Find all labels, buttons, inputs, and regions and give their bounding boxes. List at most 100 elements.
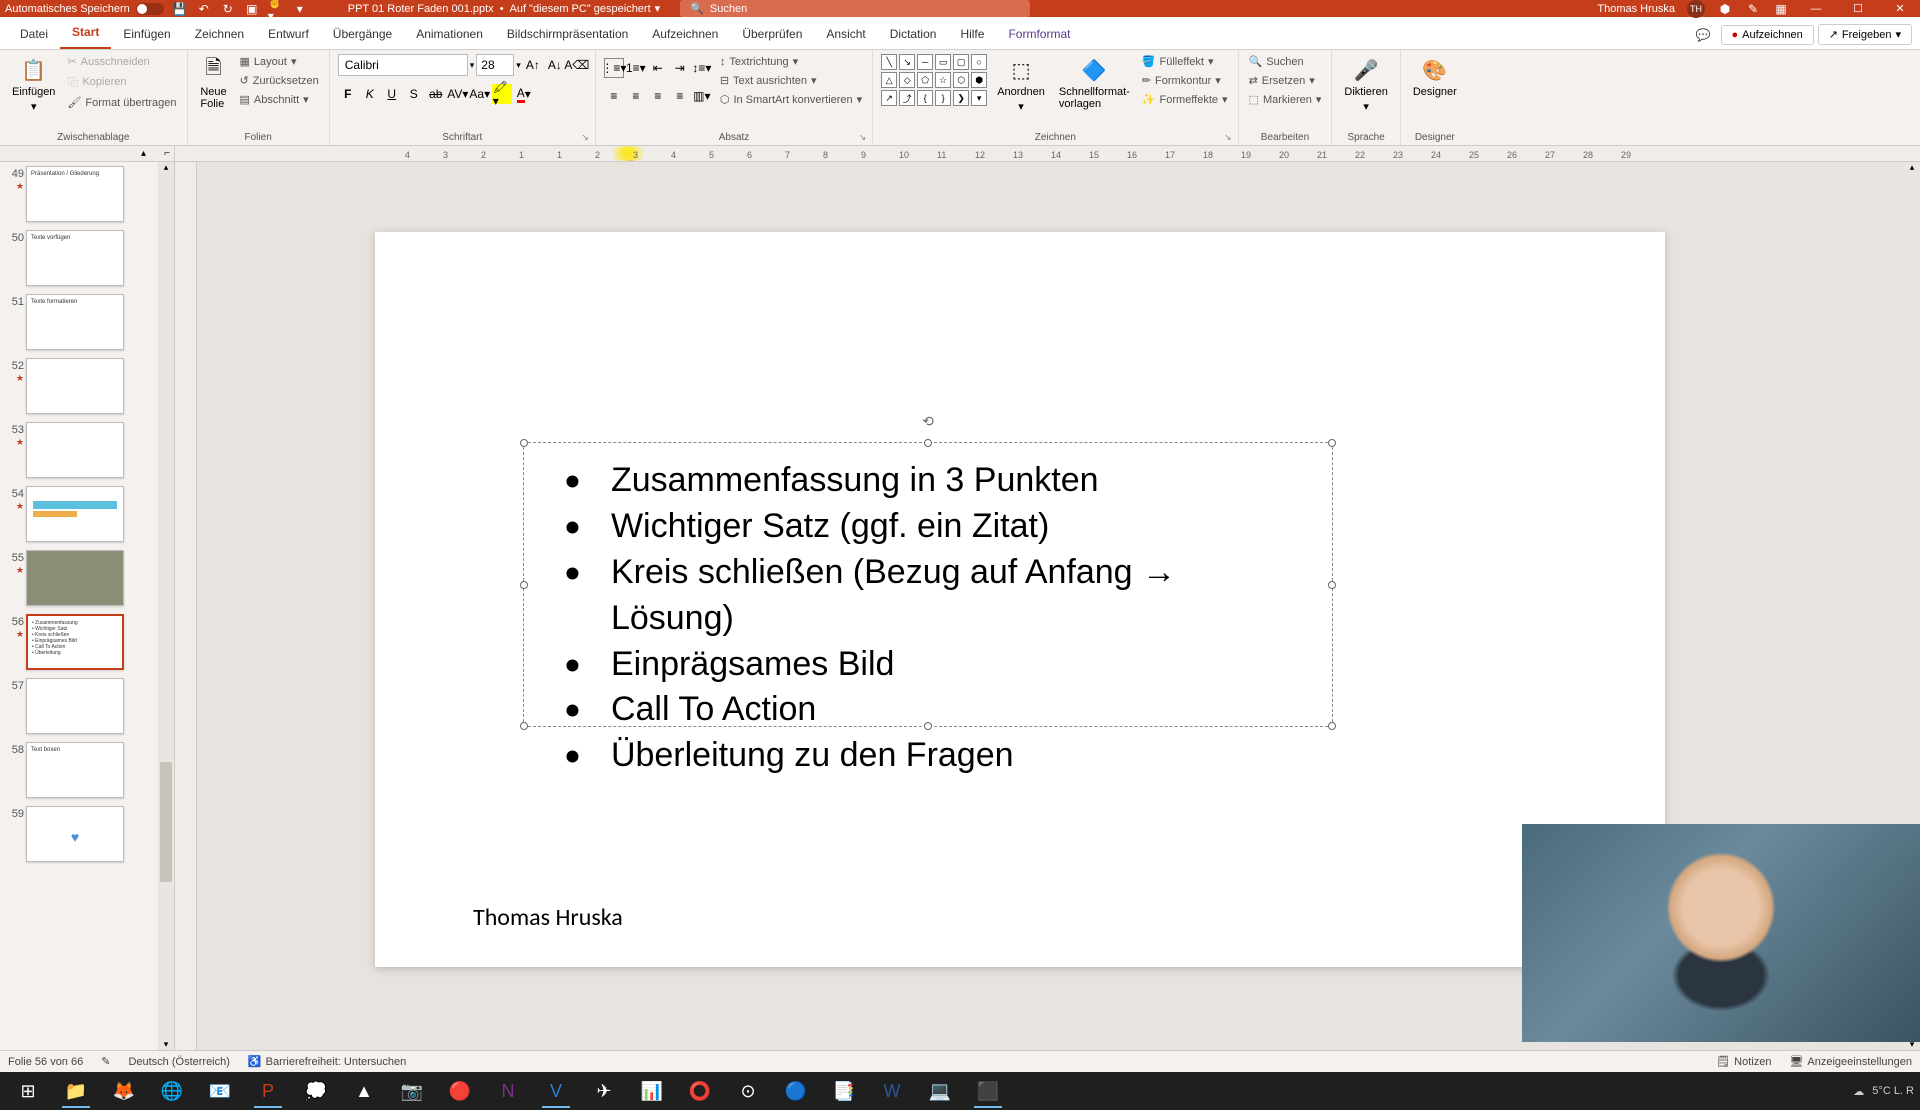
justify-button[interactable]: ≡ bbox=[670, 86, 690, 106]
chrome-icon[interactable]: 🌐 bbox=[150, 1074, 194, 1108]
slide-thumb[interactable]: 56★• Zusammenfassung• Wichtiger Satz• Kr… bbox=[0, 610, 174, 674]
redo-icon[interactable]: ↻ bbox=[220, 1, 236, 17]
tab-help[interactable]: Hilfe bbox=[948, 19, 996, 49]
font-name-input[interactable]: Calibri bbox=[338, 54, 468, 76]
tab-animations[interactable]: Animationen bbox=[404, 19, 495, 49]
tab-view[interactable]: Ansicht bbox=[814, 19, 877, 49]
content-textbox[interactable]: ⟲ Zusammenfassung in 3 PunktenWichtiger … bbox=[523, 442, 1333, 727]
highlight-button[interactable]: 🖍▾ bbox=[492, 84, 512, 104]
tab-design[interactable]: Entwurf bbox=[256, 19, 321, 49]
powerpoint-icon[interactable]: P bbox=[246, 1074, 290, 1108]
slide-thumb[interactable]: 54★ bbox=[0, 482, 174, 546]
notes-button[interactable]: 🗒 Notizen bbox=[1716, 1055, 1771, 1068]
align-right-button[interactable]: ≡ bbox=[648, 86, 668, 106]
firefox-icon[interactable]: 🦊 bbox=[102, 1074, 146, 1108]
touch-mode-icon[interactable]: ☝▾ bbox=[268, 1, 284, 17]
copy-button[interactable]: ⿻ Kopieren bbox=[65, 73, 178, 91]
designer-button[interactable]: 🎨Designer bbox=[1409, 54, 1461, 100]
ruler-horizontal[interactable]: ▴ ⌐ ↖ 4321123456789101112131415161718192… bbox=[0, 146, 1920, 162]
weather-icon[interactable]: ☁ bbox=[1853, 1085, 1864, 1098]
pen-icon[interactable]: ✎ bbox=[1745, 1, 1761, 17]
bullet-item[interactable]: Einprägsames Bild bbox=[564, 642, 1292, 688]
rotate-handle-icon[interactable]: ⟲ bbox=[922, 413, 934, 430]
slide-thumb[interactable]: 58Text boxen bbox=[0, 738, 174, 802]
font-color-button[interactable]: A▾ bbox=[514, 84, 534, 104]
resize-handle[interactable] bbox=[520, 439, 528, 447]
drawing-launcher-icon[interactable]: ↘ bbox=[1224, 132, 1232, 143]
coming-soon-icon[interactable]: ⬢ bbox=[1717, 1, 1733, 17]
shadow-button[interactable]: S bbox=[404, 84, 424, 104]
minimize-button[interactable]: — bbox=[1801, 0, 1831, 17]
smartart-button[interactable]: ⬡ In SmartArt konvertieren ▾ bbox=[718, 92, 864, 107]
tab-shape-format[interactable]: Formformat bbox=[996, 19, 1082, 49]
dictate-button[interactable]: 🎤Diktieren▾ bbox=[1340, 54, 1391, 115]
bullet-item[interactable]: Wichtiger Satz (ggf. ein Zitat) bbox=[564, 504, 1292, 550]
qat-more-icon[interactable]: ▾ bbox=[292, 1, 308, 17]
replace-button[interactable]: ⇄ Ersetzen ▾ bbox=[1247, 73, 1324, 88]
arrange-button[interactable]: ⬚Anordnen▾ bbox=[993, 54, 1049, 115]
change-case-button[interactable]: Aa▾ bbox=[470, 84, 490, 104]
resize-handle[interactable] bbox=[520, 722, 528, 730]
resize-handle[interactable] bbox=[924, 439, 932, 447]
resize-handle[interactable] bbox=[1328, 439, 1336, 447]
resize-handle[interactable] bbox=[1328, 581, 1336, 589]
spellcheck-icon[interactable]: ✎ bbox=[101, 1055, 110, 1068]
find-button[interactable]: 🔍 Suchen bbox=[1247, 54, 1324, 69]
tab-dictation[interactable]: Dictation bbox=[878, 19, 949, 49]
app-icon[interactable]: 💭 bbox=[294, 1074, 338, 1108]
char-spacing-button[interactable]: AV▾ bbox=[448, 84, 468, 104]
app-icon[interactable]: 📑 bbox=[822, 1074, 866, 1108]
app-icon[interactable]: 📷 bbox=[390, 1074, 434, 1108]
tab-review[interactable]: Überprüfen bbox=[730, 19, 814, 49]
text-direction-button[interactable]: ↕ Textrichtung ▾ bbox=[718, 54, 864, 69]
tab-transitions[interactable]: Übergänge bbox=[321, 19, 404, 49]
autosave-toggle[interactable]: Automatisches Speichern bbox=[5, 3, 164, 15]
align-center-button[interactable]: ≡ bbox=[626, 86, 646, 106]
window-layout-icon[interactable]: ▦ bbox=[1773, 1, 1789, 17]
app-icon[interactable]: ⊙ bbox=[726, 1074, 770, 1108]
font-size-input[interactable]: 28 bbox=[476, 54, 514, 76]
zoom-icon[interactable]: 🔵 bbox=[774, 1074, 818, 1108]
numbering-button[interactable]: 1≡▾ bbox=[626, 58, 646, 78]
align-text-button[interactable]: ⊟ Text ausrichten ▾ bbox=[718, 73, 864, 88]
select-button[interactable]: ⬚ Markieren ▾ bbox=[1247, 92, 1324, 107]
word-icon[interactable]: W bbox=[870, 1074, 914, 1108]
clear-format-icon[interactable]: A⌫ bbox=[567, 55, 587, 75]
slide-thumb[interactable]: 55★ bbox=[0, 546, 174, 610]
accessibility-checker[interactable]: ♿ Barrierefreiheit: Untersuchen bbox=[248, 1055, 406, 1068]
thumbs-scrollbar[interactable]: ▴ ▾ bbox=[158, 162, 174, 1050]
system-tray[interactable]: ☁ 5°C L. R bbox=[1853, 1085, 1914, 1098]
vlc-icon[interactable]: ▲ bbox=[342, 1074, 386, 1108]
tab-record[interactable]: Aufzeichnen bbox=[640, 19, 730, 49]
close-button[interactable]: ✕ bbox=[1885, 0, 1915, 17]
line-spacing-button[interactable]: ↕≡▾ bbox=[692, 58, 712, 78]
app-icon[interactable]: 📊 bbox=[630, 1074, 674, 1108]
columns-button[interactable]: ▥▾ bbox=[692, 86, 712, 106]
resize-handle[interactable] bbox=[1328, 722, 1336, 730]
language-selector[interactable]: Deutsch (Österreich) bbox=[128, 1056, 229, 1068]
slide-thumb[interactable]: 51Texte formatieren bbox=[0, 290, 174, 354]
paste-button[interactable]: 📋 Einfügen ▾ bbox=[8, 54, 59, 115]
section-button[interactable]: ▤ Abschnitt ▾ bbox=[238, 92, 321, 107]
share-button[interactable]: ↗Freigeben▾ bbox=[1818, 24, 1912, 45]
shapes-gallery[interactable]: ╲↘─▭▢○ △◇⬠☆⬡⬢ ↗⤴{}❯▾ bbox=[881, 54, 987, 106]
bullets-button[interactable]: ⋮≡▾ bbox=[604, 58, 624, 78]
explorer-icon[interactable]: 📁 bbox=[54, 1074, 98, 1108]
shape-effects-button[interactable]: ✨ Formeffekte ▾ bbox=[1140, 92, 1230, 107]
record-button[interactable]: ●Aufzeichnen bbox=[1721, 25, 1814, 45]
slide-thumb[interactable]: 50Texte vorfügen bbox=[0, 226, 174, 290]
shrink-font-icon[interactable]: A↓ bbox=[545, 55, 565, 75]
telegram-icon[interactable]: ✈ bbox=[582, 1074, 626, 1108]
grow-font-icon[interactable]: A↑ bbox=[523, 55, 543, 75]
reset-button[interactable]: ↺ Zurücksetzen bbox=[238, 73, 321, 88]
font-launcher-icon[interactable]: ↘ bbox=[581, 132, 589, 143]
obs-icon[interactable]: ⭕ bbox=[678, 1074, 722, 1108]
comments-icon[interactable]: 💬 bbox=[1690, 25, 1717, 45]
cut-button[interactable]: ✂ Ausschneiden bbox=[65, 54, 178, 69]
undo-icon[interactable]: ↶ bbox=[196, 1, 212, 17]
maximize-button[interactable]: ☐ bbox=[1843, 0, 1873, 17]
tab-selector-icon[interactable]: ⌐ bbox=[164, 148, 170, 159]
layout-button[interactable]: ▦ Layout ▾ bbox=[238, 54, 321, 69]
outlook-icon[interactable]: 📧 bbox=[198, 1074, 242, 1108]
shape-fill-button[interactable]: 🪣 Fülleffekt ▾ bbox=[1140, 54, 1230, 69]
